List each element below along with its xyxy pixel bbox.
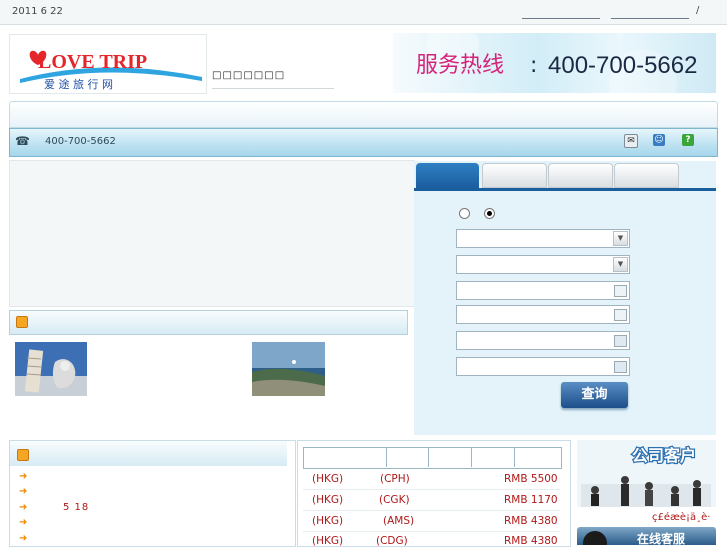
calendar-icon[interactable] [614,285,627,297]
online-banner-graphic: 在线客服 [583,531,686,545]
fare-from[interactable]: (HKG) [312,473,343,485]
main-nav[interactable] [9,101,718,128]
return-date-field[interactable] [456,305,630,324]
user-icon[interactable]: ☺ [653,134,665,146]
hotline-label: 服务热线 [416,53,504,78]
departure-date-field[interactable] [456,281,630,300]
column-divider [428,448,429,467]
section-icon [17,449,29,461]
fare-from[interactable]: (HKG) [312,515,343,527]
arrow-icon: ➜ [19,471,28,482]
news-item-date[interactable]: 5 18 [63,502,89,513]
hotline-banner: 服务热线 : 400-700-5662 [393,33,716,93]
corp-banner-label: 公司客户 [632,446,696,465]
row-divider [303,510,560,511]
news-item[interactable] [30,470,280,484]
fare-from[interactable]: (HKG) [312,535,343,547]
top-link-2[interactable] [611,4,689,19]
row-divider [303,531,560,532]
search-button[interactable]: 查询 [561,382,628,408]
hotline-number: 400-700-5662 [548,52,697,79]
trip-type-radio-2[interactable] [484,208,495,219]
corp-banner-graphic: 公司客户 [577,440,716,507]
photo-coast-graphic [252,342,325,396]
sidebar-caption: ç£éæè¡ä¸è· [652,512,711,523]
news-item[interactable] [30,485,280,499]
fare-to[interactable]: (CGK) [379,494,410,506]
passenger-field[interactable] [456,331,630,350]
phone-icon: ☎ [15,134,30,148]
top-link-separator: / [696,5,700,16]
fare-price[interactable]: RMB 4380 [504,535,558,547]
search-tab-4[interactable] [614,163,679,188]
calendar-icon[interactable] [614,335,627,347]
hotline-graphic: 服务热线 : 400-700-5662 [416,33,697,93]
calendar-icon[interactable] [614,309,627,321]
fare-price[interactable]: RMB 1170 [504,494,558,506]
photo-pisa-graphic [15,342,87,396]
calendar-icon[interactable] [614,361,627,373]
left-content-area [9,160,415,307]
online-service-banner[interactable]: 在线客服 [577,527,716,545]
search-tab-strip [414,188,716,191]
row-divider [303,489,560,490]
corporate-client-banner[interactable]: 公司客户 [577,440,716,507]
column-divider [514,448,515,467]
arrival-city-select[interactable]: ▼ [456,255,630,274]
section-icon [16,316,28,328]
departure-city-select[interactable]: ▼ [456,229,630,248]
dropdown-icon[interactable]: ▼ [613,257,628,272]
fare-price[interactable]: RMB 4380 [504,515,558,527]
search-tab-3[interactable] [548,163,613,188]
fare-to[interactable]: (CPH) [380,473,410,485]
fare-to[interactable]: (CDG) [376,535,408,547]
logo-tagline: 爱 途 旅 行 网 [44,77,113,91]
top-link-1[interactable] [522,4,600,19]
news-item[interactable] [30,532,280,545]
destination-photo-pisa[interactable] [15,342,87,396]
site-logo[interactable]: LOVE TRIP 爱 途 旅 行 网 [9,34,207,94]
logo-graphic: LOVE TRIP 爱 途 旅 行 网 [20,50,202,91]
search-tab-2[interactable] [482,163,547,188]
email-icon[interactable]: ✉ [624,134,638,148]
site-name-underline [212,88,334,89]
trip-type-radio-1[interactable] [459,208,470,219]
fare-from[interactable]: (HKG) [312,494,343,506]
class-field[interactable] [456,357,630,376]
help-icon[interactable]: ? [682,134,694,146]
arrow-icon: ➜ [19,533,28,544]
logo-brand: LOVE TRIP [38,51,147,73]
column-divider [471,448,472,467]
current-date: 2011 6 22 [12,6,63,17]
phone-number: 400-700-5662 [45,136,116,147]
news-item[interactable] [30,516,280,530]
hotline-colon: : [530,53,537,78]
fare-to[interactable]: (AMS) [383,515,414,527]
column-divider [386,448,387,467]
deals-section-header [9,310,408,335]
arrow-icon: ➜ [19,486,28,497]
fare-price[interactable]: RMB 5500 [504,473,558,485]
fares-header-row [303,447,562,469]
site-name-text: □□□□□□□ [212,70,286,81]
search-tab-1[interactable] [416,163,479,188]
arrow-icon: ➜ [19,517,28,528]
arrow-icon: ➜ [19,502,28,513]
news-header [10,441,287,466]
dropdown-icon[interactable]: ▼ [613,231,628,246]
destination-photo-coast[interactable] [252,342,325,396]
online-banner-label: 在线客服 [637,531,686,545]
